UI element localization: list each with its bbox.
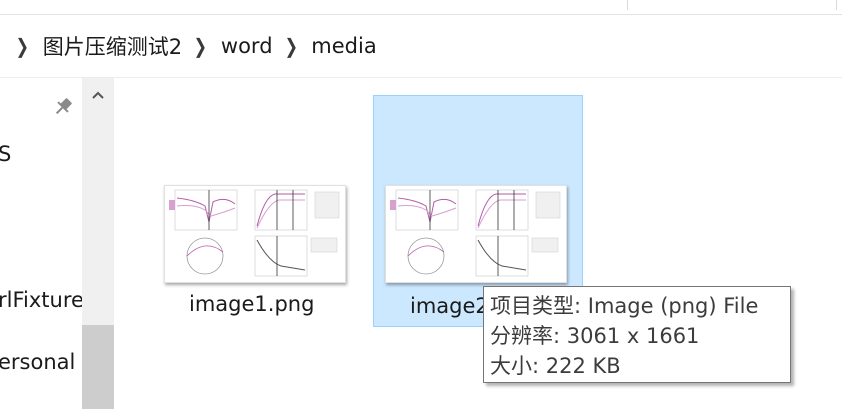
chart-thumbnail-image (169, 189, 340, 277)
tooltip-resolution: 分辨率: 3061 x 1661 (490, 324, 700, 348)
chevron-right-icon[interactable]: ❯ (194, 34, 207, 58)
address-bar[interactable]: ❯ 图片压缩测试2 ❯ word ❯ media (0, 15, 842, 78)
nav-scrollbar[interactable] (82, 78, 114, 409)
breadcrumb-item[interactable]: word (219, 32, 275, 60)
chevron-right-icon[interactable]: ❯ (284, 34, 297, 58)
breadcrumb-item[interactable]: 图片压缩测试2 (41, 29, 184, 63)
breadcrumb-item[interactable]: media (309, 32, 378, 60)
title-bar (0, 0, 842, 15)
nav-item[interactable]: S (0, 142, 11, 166)
chevron-right-icon[interactable]: ❯ (16, 34, 29, 58)
tooltip-file-type: 项目类型: Image (png) File (490, 294, 759, 318)
pin-icon[interactable] (52, 96, 74, 118)
nav-item[interactable]: ersonal (0, 350, 75, 374)
chart-thumbnail-image (390, 189, 561, 277)
scroll-thumb[interactable] (82, 325, 114, 409)
file-name-label[interactable]: image1.png (189, 292, 314, 316)
titlebar-divider (836, 0, 837, 10)
file-thumbnail[interactable] (385, 185, 567, 283)
file-info-tooltip: 项目类型: Image (png) File 分辨率: 3061 x 1661 … (483, 286, 791, 383)
tooltip-size: 大小: 222 KB (490, 354, 621, 378)
chevron-up-icon (92, 91, 104, 99)
scroll-up-button[interactable] (82, 78, 114, 112)
file-thumbnail[interactable] (164, 185, 346, 283)
titlebar-divider (627, 0, 628, 10)
nav-item[interactable]: rlFixture (0, 288, 84, 312)
breadcrumb: ❯ 图片压缩测试2 ❯ word ❯ media (0, 15, 379, 77)
